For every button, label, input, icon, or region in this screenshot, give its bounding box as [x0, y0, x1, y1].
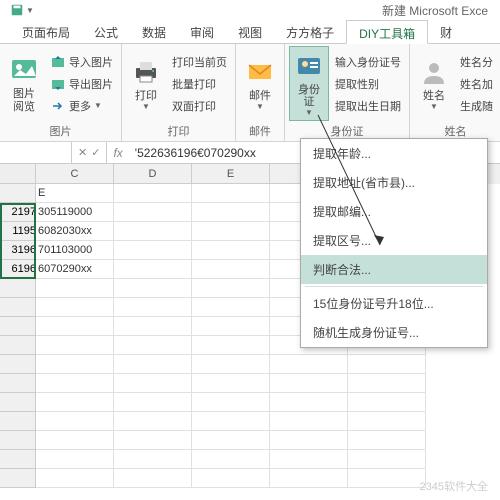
export-image-button[interactable]: 导出图片 — [46, 74, 117, 94]
dd-random-id[interactable]: 随机生成身份证号... — [301, 318, 487, 347]
name-split-button[interactable]: 姓名分 — [456, 52, 497, 72]
more-image-button[interactable]: 更多▼ — [46, 96, 117, 116]
cell[interactable]: 701103000 — [36, 241, 114, 260]
extract-dob-button[interactable]: 提取出生日期 — [331, 96, 405, 116]
chevron-down-icon: ▼ — [305, 108, 313, 117]
window-title: 新建 Microsoft Exce — [38, 2, 494, 19]
person-icon — [418, 56, 450, 88]
group-image: 图片 阅览 导入图片 导出图片 更多▼ 图片 — [0, 44, 122, 141]
name-box[interactable] — [0, 142, 72, 163]
group-mail-label: 邮件 — [240, 121, 280, 141]
print-current-button[interactable]: 打印当前页 — [168, 52, 231, 72]
mail-icon — [244, 56, 276, 88]
import-image-button[interactable]: 导入图片 — [46, 52, 117, 72]
idcard-dropdown: 提取年龄... 提取地址(省市县)... 提取邮编... 提取区号... 判断合… — [300, 138, 488, 348]
titlebar: ▼ 新建 Microsoft Exce — [0, 0, 500, 20]
col-header[interactable]: D — [114, 164, 192, 184]
mail-label: 邮件 — [249, 90, 271, 102]
group-mail: 邮件 ▼ 邮件 — [236, 44, 285, 141]
cell[interactable]: 305119000 — [36, 203, 114, 222]
printer-icon — [130, 56, 162, 88]
tab-formulas[interactable]: 公式 — [82, 20, 130, 43]
tab-review[interactable]: 审阅 — [178, 20, 226, 43]
group-print-label: 打印 — [126, 121, 231, 141]
tab-finance[interactable]: 财 — [428, 20, 464, 43]
cell-partial: 6196 — [0, 260, 36, 279]
tab-data[interactable]: 数据 — [130, 20, 178, 43]
cell[interactable]: 6082030xx — [36, 222, 114, 241]
name-random-button[interactable]: 生成随 — [456, 96, 497, 116]
mail-button[interactable]: 邮件 ▼ — [240, 46, 280, 121]
idcard-icon — [293, 50, 325, 82]
name-button[interactable]: 姓名 ▼ — [414, 46, 454, 121]
dd-validate[interactable]: 判断合法... — [301, 255, 487, 284]
tab-page-layout[interactable]: 页面布局 — [10, 20, 82, 43]
select-all-corner[interactable] — [0, 164, 36, 184]
cell[interactable]: E — [36, 184, 114, 203]
export-icon — [50, 76, 66, 92]
import-icon — [50, 54, 66, 70]
fx-cancel-icon[interactable]: ✕ — [78, 146, 87, 159]
qat-save[interactable]: ▼ — [6, 1, 38, 19]
group-print: 打印 ▼ 打印当前页 批量打印 双面打印 打印 — [122, 44, 236, 141]
image-preview-button[interactable]: 图片 阅览 — [4, 46, 44, 121]
idcard-label: 身份 证 — [298, 84, 320, 108]
cell-partial: 3196 — [0, 241, 36, 260]
arrow-icon — [50, 98, 66, 114]
dd-upgrade-18[interactable]: 15位身份证号升18位... — [301, 289, 487, 318]
cell-partial: 2197 — [0, 203, 36, 222]
chevron-down-icon: ▼ — [26, 6, 34, 15]
image-preview-label: 图片 阅览 — [13, 88, 35, 112]
input-id-button[interactable]: 输入身份证号 — [331, 52, 405, 72]
duplex-print-button[interactable]: 双面打印 — [168, 96, 231, 116]
print-button[interactable]: 打印 ▼ — [126, 46, 166, 121]
chevron-down-icon: ▼ — [430, 102, 438, 111]
chevron-down-icon: ▼ — [94, 101, 102, 110]
cell[interactable]: 6070290xx — [36, 260, 114, 279]
group-idcard: 身份 证 ▼ 输入身份证号 提取性别 提取出生日期 身份证 — [285, 44, 410, 141]
idcard-button[interactable]: 身份 证 ▼ — [289, 46, 329, 121]
group-image-label: 图片 — [4, 121, 117, 141]
ribbon-tabs: 页面布局 公式 数据 审阅 视图 方方格子 DIY工具箱 财 — [0, 20, 500, 44]
cell-partial: 1195 — [0, 222, 36, 241]
print-label: 打印 — [135, 90, 157, 102]
chevron-down-icon: ▼ — [256, 102, 264, 111]
group-name: 姓名 ▼ 姓名分 姓名加 生成随 姓名 — [410, 44, 500, 141]
dd-extract-age[interactable]: 提取年龄... — [301, 139, 487, 168]
image-icon — [8, 54, 40, 86]
separator — [305, 286, 483, 287]
extract-gender-button[interactable]: 提取性别 — [331, 74, 405, 94]
row-header[interactable] — [0, 184, 36, 203]
tab-fangfang[interactable]: 方方格子 — [274, 20, 346, 43]
tab-diy-toolbox[interactable]: DIY工具箱 — [346, 20, 428, 44]
fx-icon[interactable]: fx — [107, 146, 128, 160]
dd-extract-postcode[interactable]: 提取邮编... — [301, 197, 487, 226]
dd-extract-address[interactable]: 提取地址(省市县)... — [301, 168, 487, 197]
dd-extract-area-code[interactable]: 提取区号... — [301, 226, 487, 255]
chevron-down-icon: ▼ — [142, 102, 150, 111]
batch-print-button[interactable]: 批量打印 — [168, 74, 231, 94]
name-add-button[interactable]: 姓名加 — [456, 74, 497, 94]
fx-confirm-icon[interactable]: ✓ — [91, 146, 100, 159]
col-header[interactable]: C — [36, 164, 114, 184]
ribbon: 图片 阅览 导入图片 导出图片 更多▼ 图片 打印 ▼ 打印当前页 批量打印 双… — [0, 44, 500, 142]
watermark: 2345软件大全 — [420, 478, 488, 494]
col-header[interactable]: E — [192, 164, 270, 184]
name-label: 姓名 — [423, 90, 445, 102]
tab-view[interactable]: 视图 — [226, 20, 274, 43]
